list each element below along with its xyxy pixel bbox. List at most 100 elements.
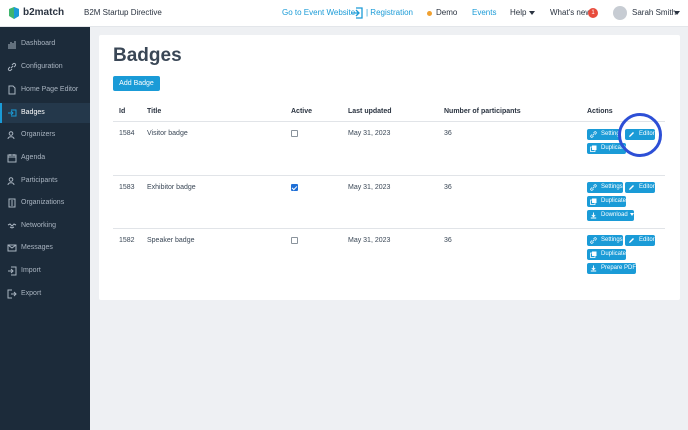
- row-last-updated: May 31, 2023: [348, 184, 391, 191]
- sidebar-item-participants[interactable]: Participants: [0, 171, 90, 191]
- link-icon: [590, 131, 597, 138]
- sidebar-item-label: Home Page Editor: [21, 86, 79, 93]
- external-login-icon[interactable]: [350, 6, 364, 20]
- sidebar-item-export[interactable]: Export: [0, 284, 90, 304]
- row-participants: 36: [444, 130, 452, 137]
- download-icon: [590, 265, 597, 272]
- page-title: Badges: [113, 45, 182, 66]
- row-last-updated: May 31, 2023: [348, 130, 391, 137]
- demo-label[interactable]: Demo: [436, 8, 457, 17]
- sidebar-item-networking[interactable]: Networking: [0, 216, 90, 236]
- header-divider: [113, 121, 665, 122]
- sidebar-item-label: Export: [21, 290, 42, 297]
- brand-name[interactable]: b2match: [23, 7, 64, 18]
- column-header-title[interactable]: Title: [147, 108, 161, 115]
- pencil-icon: [629, 238, 634, 243]
- chevron-down-icon[interactable]: [674, 11, 680, 15]
- row-participants: 36: [444, 184, 452, 191]
- handshake-icon: [7, 223, 17, 229]
- active-checkbox[interactable]: [291, 130, 298, 137]
- settings-button[interactable]: Settings: [587, 235, 623, 246]
- duplicate-button-label: Duplicate: [601, 198, 627, 204]
- document-icon: [8, 85, 16, 95]
- download-icon: [590, 212, 597, 219]
- sidebar-item-organizations[interactable]: Organizations: [0, 193, 90, 213]
- copy-icon: [590, 198, 597, 205]
- copy-icon: [590, 251, 597, 258]
- import-icon: [8, 266, 17, 276]
- go-to-event-website-link[interactable]: Go to Event Website: [282, 8, 355, 17]
- settings-button[interactable]: Setting: [587, 129, 620, 140]
- help-menu[interactable]: Help: [510, 8, 526, 17]
- badges-card: Badges Add Badge Id Title Active Last up…: [99, 35, 680, 300]
- sidebar-item-agenda[interactable]: Agenda: [0, 148, 90, 168]
- download-dropdown-button[interactable]: Download: [587, 210, 634, 221]
- row-id: 1584: [119, 130, 135, 137]
- registration-link[interactable]: | Registration: [366, 8, 413, 17]
- active-checkbox[interactable]: [291, 184, 298, 191]
- chevron-down-icon: [629, 212, 634, 216]
- sidebar-item-badges[interactable]: Badges: [0, 103, 90, 123]
- column-header-id[interactable]: Id: [119, 108, 125, 115]
- row-participants: 36: [444, 237, 452, 244]
- notification-badge: 1: [588, 8, 598, 18]
- b2match-logo-icon[interactable]: [7, 6, 21, 20]
- events-link[interactable]: Events: [472, 8, 496, 17]
- column-header-active[interactable]: Active: [291, 108, 312, 115]
- sidebar-item-label: Messages: [21, 244, 53, 251]
- sidebar-item-dashboard[interactable]: Dashboard: [0, 34, 90, 54]
- export-icon: [7, 289, 17, 299]
- settings-button-label: Setting: [601, 131, 620, 137]
- sidebar-item-configuration[interactable]: Configuration: [0, 57, 90, 77]
- sidebar-item-label: Import: [21, 267, 41, 274]
- badge-icon: [8, 109, 17, 117]
- column-header-last-updated[interactable]: Last updated: [348, 108, 392, 115]
- pencil-icon: [629, 185, 634, 190]
- download-button-label: Download: [601, 212, 628, 218]
- row-divider: [113, 175, 665, 176]
- user-menu[interactable]: Sarah Smith: [632, 8, 676, 17]
- duplicate-button[interactable]: Duplicate: [587, 196, 627, 207]
- sidebar-item-organizers[interactable]: Organizers: [0, 125, 90, 145]
- sidebar-item-import[interactable]: Import: [0, 261, 90, 281]
- settings-button-label: Settings: [601, 184, 623, 190]
- link-icon: [590, 237, 597, 244]
- active-checkbox[interactable]: [291, 237, 298, 244]
- highlight-circle: [618, 113, 662, 157]
- prepare-pdf-button-label: Prepare PDF: [601, 265, 637, 271]
- sidebar-item-label: Dashboard: [21, 40, 56, 47]
- duplicate-button[interactable]: Duplicate: [587, 249, 627, 260]
- sidebar: Dashboard Configuration Home Page Editor…: [0, 27, 90, 430]
- editor-button[interactable]: Editor: [625, 235, 655, 246]
- add-badge-button[interactable]: Add Badge: [113, 76, 160, 91]
- row-divider: [113, 228, 665, 229]
- sidebar-item-label: Organizers: [21, 131, 56, 138]
- sidebar-item-label: Badges: [21, 109, 45, 116]
- row-last-updated: May 31, 2023: [348, 237, 391, 244]
- duplicate-button-label: Duplicate: [601, 251, 627, 257]
- people-icon: [7, 131, 15, 140]
- envelope-icon: [7, 244, 17, 252]
- building-icon: [8, 198, 16, 208]
- calendar-icon: [7, 154, 17, 163]
- settings-button-label: Settings: [601, 237, 623, 243]
- row-id: 1582: [119, 237, 135, 244]
- editor-button-label: Editor: [639, 184, 655, 190]
- column-header-participants[interactable]: Number of participants: [444, 108, 521, 115]
- copy-icon: [590, 145, 597, 152]
- whats-new-link[interactable]: What's new: [550, 8, 591, 17]
- top-bar: b2match B2M Startup Directive Go to Even…: [0, 0, 688, 27]
- settings-button[interactable]: Settings: [587, 182, 623, 193]
- prepare-pdf-button[interactable]: Prepare PDF: [587, 263, 637, 274]
- editor-button[interactable]: Editor: [625, 182, 655, 193]
- sidebar-item-messages[interactable]: Messages: [0, 238, 90, 258]
- avatar[interactable]: [613, 6, 627, 20]
- demo-status-dot: [427, 11, 432, 16]
- sidebar-item-home-page-editor[interactable]: Home Page Editor: [0, 80, 90, 100]
- people-icon: [7, 177, 15, 186]
- chart-icon: [8, 41, 16, 49]
- chevron-down-icon[interactable]: [529, 11, 535, 15]
- row-title: Visitor badge: [147, 130, 188, 137]
- row-title: Speaker badge: [147, 237, 195, 244]
- sidebar-item-label: Organizations: [21, 199, 65, 206]
